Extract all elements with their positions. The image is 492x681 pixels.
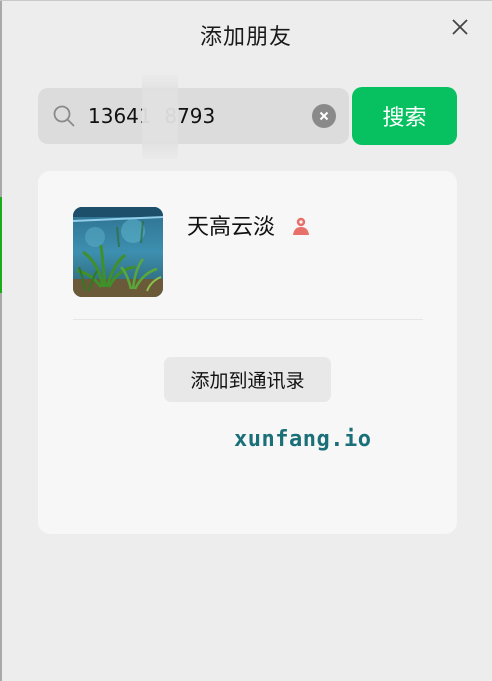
search-icon	[52, 104, 76, 128]
dialog-title: 添加朋友	[199, 25, 292, 50]
search-input[interactable]	[88, 88, 298, 144]
add-to-contacts-button[interactable]: 添加到通讯录	[164, 357, 331, 402]
clear-search-button[interactable]	[312, 104, 336, 128]
contact-name: 天高云淡	[187, 215, 276, 240]
watermark: xunfang.io	[234, 427, 372, 452]
search-box	[38, 88, 349, 144]
female-gender-icon	[290, 215, 312, 237]
search-result-card: 天高云淡 添加到通讯录 xunfang.io	[38, 171, 457, 534]
add-friend-dialog: 添加朋友 搜索	[0, 0, 492, 681]
avatar[interactable]	[73, 207, 163, 297]
window-edge-highlight	[0, 197, 2, 293]
redaction-blur	[142, 75, 178, 159]
clear-icon	[319, 111, 329, 121]
search-button[interactable]: 搜索	[352, 87, 457, 145]
window-edge	[0, 1, 2, 681]
divider	[73, 319, 423, 320]
close-icon	[452, 19, 468, 35]
close-button[interactable]	[448, 15, 472, 39]
